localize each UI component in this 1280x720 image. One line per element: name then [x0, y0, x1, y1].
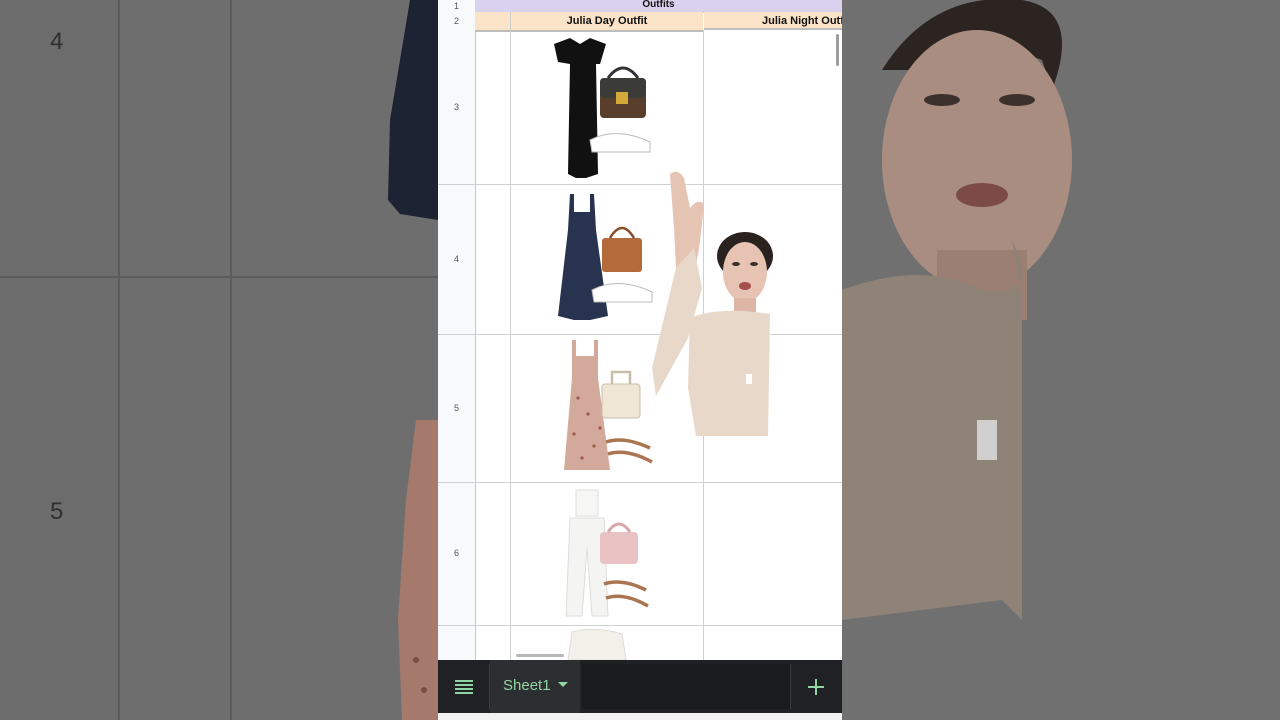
- row-number[interactable]: 5: [438, 403, 475, 413]
- right-background-zoomed-person: [842, 0, 1280, 720]
- row-divider: [438, 625, 842, 626]
- row-number[interactable]: 1: [438, 0, 475, 12]
- tab-separator: [790, 664, 791, 709]
- sheet-tab-sheet1[interactable]: Sheet1: [490, 660, 580, 713]
- header-cell-a[interactable]: [475, 12, 510, 32]
- outfit-row-3-image[interactable]: [546, 34, 666, 182]
- bg-person-image: [842, 0, 1072, 620]
- tab-bar-empty-area: [582, 664, 790, 709]
- row-number[interactable]: 4: [438, 254, 475, 264]
- horizontal-scrollbar[interactable]: [516, 654, 564, 657]
- outfit-row-5-image[interactable]: [554, 338, 664, 478]
- all-sheets-icon[interactable]: [452, 675, 476, 699]
- row-number[interactable]: 2: [438, 14, 475, 28]
- bg-row-number: 5: [50, 498, 64, 525]
- left-background-zoomed-sheet: 4 5: [0, 0, 438, 720]
- vertical-scrollbar[interactable]: [836, 34, 839, 66]
- add-sheet-icon[interactable]: [804, 675, 828, 699]
- chevron-down-icon[interactable]: [558, 682, 568, 687]
- row-divider: [438, 482, 842, 483]
- bg-grid-line: [118, 0, 120, 720]
- outfit-row-7-image[interactable]: [566, 628, 646, 660]
- sheet-grid[interactable]: Outfits Julia Day Outfit Julia Night Out…: [438, 0, 842, 660]
- bg-grid-line: [0, 276, 438, 278]
- header-night-outfit[interactable]: Julia Night Outfit: [704, 12, 842, 30]
- row-number[interactable]: 6: [438, 548, 475, 558]
- row-divider: [438, 184, 842, 185]
- presenter-overlay: [652, 171, 773, 436]
- row-divider: [438, 334, 842, 335]
- bg-grid-line: [230, 0, 232, 720]
- row-number-column: [438, 0, 476, 660]
- bottom-strip: [438, 713, 842, 720]
- bg-black-dress-image: [388, 0, 438, 220]
- outfit-row-4-image[interactable]: [546, 190, 666, 330]
- bg-floral-dress-image: [398, 420, 438, 720]
- sheet-tab-bar: Sheet1: [438, 660, 842, 713]
- bg-rownum-column: [0, 0, 118, 720]
- sheet-tab-label: Sheet1: [503, 677, 551, 694]
- header-day-outfit[interactable]: Julia Day Outfit: [511, 12, 703, 32]
- outfit-row-6-image[interactable]: [554, 488, 664, 622]
- row-number[interactable]: 3: [438, 102, 475, 112]
- column-divider: [510, 12, 511, 660]
- bg-row-number: 4: [50, 28, 64, 55]
- spreadsheet-phone-view: Outfits Julia Day Outfit Julia Night Out…: [438, 0, 842, 720]
